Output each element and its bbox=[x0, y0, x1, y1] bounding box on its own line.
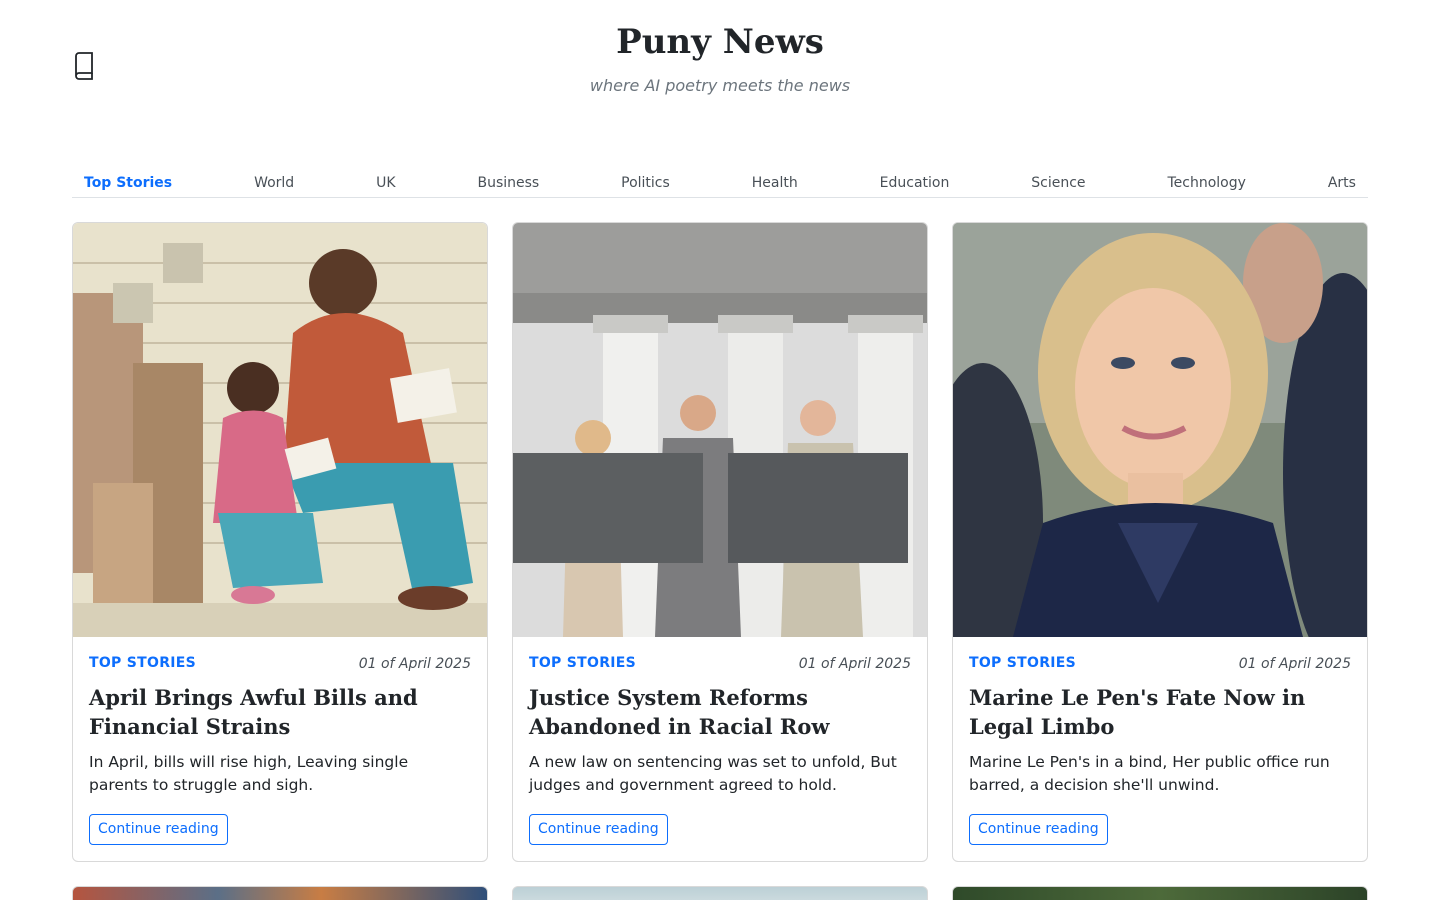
article-title[interactable]: Justice System Reforms Abandoned in Raci… bbox=[529, 683, 911, 741]
nav-item-business[interactable]: Business bbox=[477, 168, 539, 197]
article-summary: A new law on sentencing was set to unfol… bbox=[529, 753, 897, 794]
site-tagline: where AI poetry meets the news bbox=[589, 76, 851, 95]
site-title[interactable]: Puny News bbox=[0, 22, 1440, 62]
article-category[interactable]: TOP STORIES bbox=[89, 655, 196, 671]
article-category[interactable]: TOP STORIES bbox=[529, 655, 636, 671]
article-card-next[interactable] bbox=[512, 886, 928, 900]
article-image[interactable] bbox=[73, 223, 487, 637]
article-date: 01 of April 2025 bbox=[358, 656, 471, 672]
article-card: TOP STORIES 01 of April 2025 Justice Sys… bbox=[512, 222, 928, 862]
article-illustration bbox=[73, 223, 487, 637]
article-card: TOP STORIES 01 of April 2025 April Bring… bbox=[72, 222, 488, 862]
nav-item-technology[interactable]: Technology bbox=[1167, 168, 1245, 197]
nav-item-world[interactable]: World bbox=[254, 168, 294, 197]
article-card-next[interactable] bbox=[952, 886, 1368, 900]
article-card-next[interactable] bbox=[72, 886, 488, 900]
nav-item-arts[interactable]: Arts bbox=[1328, 168, 1356, 197]
category-nav: Top Stories World UK Business Politics H… bbox=[72, 168, 1368, 198]
nav-item-health[interactable]: Health bbox=[752, 168, 798, 197]
article-date: 01 of April 2025 bbox=[798, 656, 911, 672]
continue-reading-button[interactable]: Continue reading bbox=[89, 814, 228, 845]
nav-item-top-stories[interactable]: Top Stories bbox=[84, 168, 172, 197]
continue-reading-button[interactable]: Continue reading bbox=[969, 814, 1108, 845]
article-photo bbox=[953, 223, 1367, 637]
article-summary: Marine Le Pen's in a bind, Her public of… bbox=[969, 753, 1330, 794]
continue-reading-button[interactable]: Continue reading bbox=[529, 814, 668, 845]
article-title[interactable]: Marine Le Pen's Fate Now in Legal Limbo bbox=[969, 683, 1351, 741]
article-card: TOP STORIES 01 of April 2025 Marine Le P… bbox=[952, 222, 1368, 862]
nav-item-education[interactable]: Education bbox=[880, 168, 950, 197]
article-title[interactable]: April Brings Awful Bills and Financial S… bbox=[89, 683, 471, 741]
article-category[interactable]: TOP STORIES bbox=[969, 655, 1076, 671]
article-photo bbox=[513, 223, 927, 637]
nav-item-uk[interactable]: UK bbox=[376, 168, 395, 197]
nav-item-politics[interactable]: Politics bbox=[621, 168, 670, 197]
article-summary: In April, bills will rise high, Leaving … bbox=[89, 753, 409, 794]
site-header: Puny News where AI poetry meets the news bbox=[0, 0, 1440, 150]
article-image[interactable] bbox=[953, 223, 1367, 637]
article-date: 01 of April 2025 bbox=[1238, 656, 1351, 672]
nav-item-science[interactable]: Science bbox=[1031, 168, 1085, 197]
article-image[interactable] bbox=[513, 223, 927, 637]
